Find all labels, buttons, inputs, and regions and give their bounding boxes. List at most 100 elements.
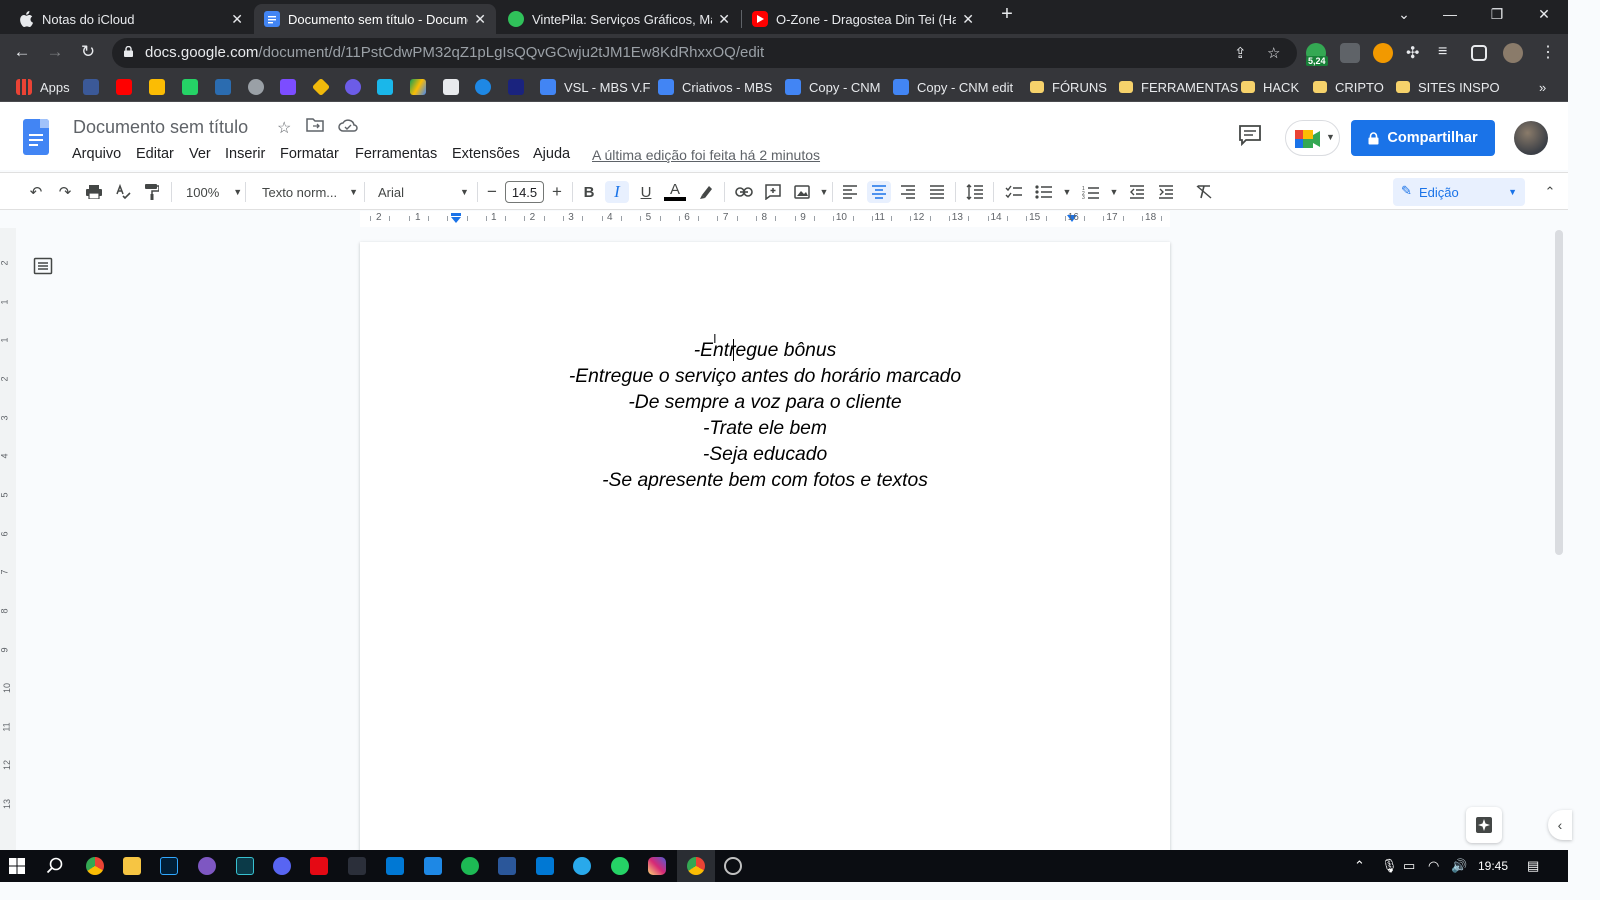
drive-bookmark-icon-2[interactable] [410,79,426,95]
bookmark-icon-7[interactable] [508,79,524,95]
reload-icon[interactable]: ↻ [76,42,100,62]
numbered-list-icon[interactable]: 123 [1080,181,1102,203]
redo-icon[interactable]: ↷ [54,181,76,203]
bookmark-copy-cnm[interactable]: Copy - CNM [785,78,881,96]
show-hidden-icons-icon[interactable]: ⌃ [1354,858,1365,874]
text-color-icon[interactable]: A [664,181,686,203]
chevron-down-icon[interactable]: ▼ [1056,181,1078,203]
taskbar-app-icon-2[interactable] [348,857,366,875]
new-tab-icon[interactable]: + [995,3,1019,26]
italic-icon[interactable]: I [605,181,629,203]
spellcheck-icon[interactable] [112,181,134,203]
last-edit-link[interactable]: A última edição foi feita há 2 minutos [592,147,820,163]
youtube-bookmark-icon[interactable] [116,79,132,95]
body-line[interactable]: -Trate ele bem [360,418,1170,440]
bookmark-vsl[interactable]: VSL - MBS V.F [540,78,650,96]
microphone-icon[interactable]: 🎙 [1381,858,1398,874]
menu-ferramentas[interactable]: Ferramentas [355,146,437,162]
bookmark-icon-1[interactable] [83,79,99,95]
comment-history-icon[interactable] [1238,124,1262,147]
document-page[interactable]: -Entregue bônus -Entregue o serviço ante… [360,242,1170,862]
bookmark-folder-hack[interactable]: HACK [1241,78,1299,96]
paragraph-style-dropdown[interactable]: Texto norm... ▼ [262,182,358,202]
vertical-scrollbar[interactable] [1555,230,1563,555]
bookmark-icon-6[interactable] [475,79,491,95]
vimeo-bookmark-icon[interactable] [377,79,393,95]
menu-ajuda[interactable]: Ajuda [533,146,570,162]
share-button[interactable]: Compartilhar [1351,120,1495,156]
bookmark-icon-4[interactable] [345,79,361,95]
account-avatar[interactable] [1514,121,1548,155]
chrome-taskbar-icon[interactable] [86,857,104,875]
google-docs-logo-icon[interactable] [23,119,49,155]
highlight-color-icon[interactable] [695,181,717,203]
font-dropdown[interactable]: Arial ▼ [378,182,469,202]
body-line[interactable]: -De sempre a voz para o cliente [360,392,1170,414]
chrome-active-icon[interactable] [687,857,705,875]
ms-store-icon[interactable] [386,857,404,875]
side-panel-toggle-icon[interactable]: ‹ [1548,810,1572,840]
meet-button[interactable]: ▼ [1285,120,1340,156]
menu-extensoes[interactable]: Extensões [452,146,520,162]
netflix-icon[interactable] [310,857,328,875]
decrease-indent-icon[interactable] [1126,181,1148,203]
share-page-icon[interactable]: ⇪ [1234,44,1247,62]
document-outline-icon[interactable] [33,256,53,276]
body-line[interactable]: -Entregue o serviço antes do horário mar… [360,366,1170,388]
insert-image-icon[interactable] [791,181,813,203]
bookmark-folder-sites-inspo[interactable]: SITES INSPO [1396,78,1500,96]
windows-start-icon[interactable] [9,858,25,874]
code-extension-icon[interactable] [1340,43,1360,63]
underline-icon[interactable]: U [635,181,657,203]
spotify-icon[interactable] [461,857,479,875]
volume-icon[interactable]: 🔊 [1451,858,1467,874]
outlook-icon[interactable] [536,857,554,875]
cloud-status-icon[interactable] [338,118,358,137]
menu-ver[interactable]: Ver [189,146,211,162]
close-tab-icon[interactable]: ✕ [474,11,486,28]
taskbar-app-icon[interactable] [198,857,216,875]
bookmark-folder-ferramentas[interactable]: FERRAMENTAS [1119,78,1238,96]
tab-search-icon[interactable]: ⌄ [1392,6,1416,23]
more-bookmarks-icon[interactable]: » [1539,78,1546,96]
bookmark-folder-cripto[interactable]: CRIPTO [1313,78,1384,96]
word-icon[interactable] [498,857,516,875]
move-folder-icon[interactable] [306,118,324,137]
align-justify-icon[interactable] [926,181,948,203]
telegram-icon[interactable] [573,857,591,875]
bulleted-list-icon[interactable] [1033,181,1055,203]
body-line[interactable]: -Seja educado [360,444,1170,466]
restore-icon[interactable]: ❐ [1485,6,1509,23]
tab-youtube[interactable]: O-Zone - Dragostea Din Tei (Har ✕ [742,4,984,34]
taskbar-app-icon-3[interactable] [724,857,742,875]
align-center-icon[interactable] [867,181,891,203]
vertical-ruler[interactable]: 2 1 1 2 3 4 5 6 7 8 9 10 11 12 13 [0,228,16,850]
apple-bookmark-icon[interactable] [248,79,264,95]
tab-vintepila[interactable]: VintePila: Serviços Gráficos, Mark ✕ [498,4,740,34]
collapse-menus-icon[interactable]: ⌃ [1539,181,1561,203]
bookmark-copy-cnm-edit[interactable]: Copy - CNM edit [893,78,1013,96]
body-line[interactable]: -Se apresente bem com fotos e textos [360,470,1170,492]
orange-extension-icon[interactable] [1373,43,1393,63]
bookmark-criativos[interactable]: Criativos - MBS [658,78,772,96]
decrease-font-size-icon[interactable]: − [481,181,503,203]
add-comment-icon[interactable] [762,181,784,203]
close-tab-icon[interactable]: ✕ [231,11,243,28]
drive-bookmark-icon[interactable] [149,79,165,95]
discord-icon[interactable] [273,857,291,875]
close-tab-icon[interactable]: ✕ [718,11,730,28]
insert-link-icon[interactable] [733,181,755,203]
line-spacing-icon[interactable] [964,181,986,203]
bookmark-icon-5[interactable] [443,79,459,95]
taskbar-clock[interactable]: 19:45 [1478,859,1508,873]
star-icon[interactable]: ☆ [277,118,291,138]
extensions-puzzle-icon[interactable]: ✣ [1406,43,1419,63]
print-icon[interactable] [83,181,105,203]
minimize-icon[interactable]: — [1438,6,1462,22]
address-bar[interactable]: docs.google.com/document/d/11PstCdwPM32q… [112,38,1297,68]
search-icon[interactable] [46,857,64,875]
left-indent-marker-icon[interactable] [450,213,462,225]
media-controls-icon[interactable]: ≡ [1438,43,1447,61]
photoshop-icon[interactable] [160,857,178,875]
explore-button[interactable] [1466,807,1502,843]
